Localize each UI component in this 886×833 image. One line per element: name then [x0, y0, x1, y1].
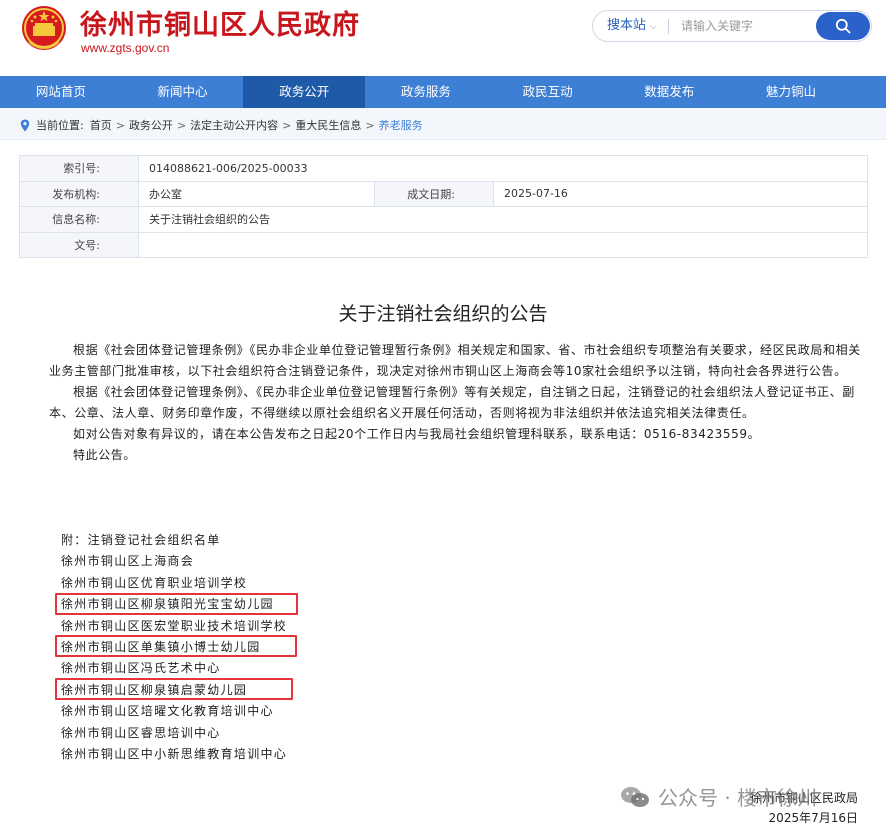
list-item: 徐州市铜山区培曜文化教育培训中心 [61, 704, 274, 719]
breadcrumb-separator: > [115, 118, 125, 132]
nav-item-home[interactable]: 网站首页 [0, 76, 122, 108]
nav-item-charm[interactable]: 魅力铜山 [730, 76, 852, 108]
nav-item-news[interactable]: 新闻中心 [122, 76, 244, 108]
docno-label: 文号: [19, 231, 139, 258]
list-heading: 附：注销登记社会组织名单 [61, 533, 221, 547]
search-scope-dropdown[interactable]: 搜本站 ⌵ [607, 11, 657, 41]
article-body: 根据《社会团体登记管理条例》《民办非企业单位登记管理暂行条例》相关规定和国家、省… [49, 340, 861, 466]
chevron-down-icon: ⌵ [650, 22, 657, 32]
search-box: 搜本站 ⌵ [592, 10, 872, 42]
paragraph-1-text: 根据《社会团体登记管理条例》《民办非企业单位登记管理暂行条例》相关规定和国家、省… [49, 343, 861, 378]
wechat-icon [621, 786, 649, 807]
paragraph-1: 根据《社会团体登记管理条例》《民办非企业单位登记管理暂行条例》相关规定和国家、省… [49, 340, 861, 382]
location-pin-icon [20, 119, 30, 131]
highlight-box [55, 593, 298, 615]
list-item: 徐州市铜山区睿思培训中心 [61, 725, 221, 740]
publisher-value: 办公室 [138, 180, 375, 207]
site-title[interactable]: 徐州市铜山区人民政府 [80, 3, 360, 42]
search-icon [835, 18, 851, 34]
paragraph-4: 特此公告。 [61, 445, 861, 466]
document-info-table: 索引号: 014088621-006/2025-00033 发布机构: 办公室 … [19, 155, 868, 258]
nav-item-data[interactable]: 数据发布 [608, 76, 730, 108]
breadcrumb-separator: > [282, 118, 292, 132]
publisher-label: 发布机构: [19, 180, 139, 207]
table-row: 发布机构: 办公室 成文日期: 2025-07-16 [19, 180, 868, 207]
search-scope-label: 搜本站 [607, 18, 647, 33]
paragraph-3-text: 如对公告对象有异议的，请在本公告发布之日起20个工作日内与我局社会组织管理科联系… [73, 427, 761, 441]
nav-item-interaction[interactable]: 政民互动 [487, 76, 609, 108]
national-emblem-icon [22, 6, 66, 50]
search-divider [668, 19, 669, 34]
search-button[interactable] [816, 12, 870, 40]
search-input[interactable] [681, 15, 811, 37]
list-item: 徐州市铜山区冯氏艺术中心 [61, 661, 221, 676]
breadcrumb-livelihood[interactable]: 重大民生信息 [295, 117, 361, 133]
list-item: 徐州市铜山区上海商会 [61, 554, 195, 569]
site-header: 徐州市铜山区人民政府 www.zgts.gov.cn 搜本站 ⌵ [0, 0, 886, 76]
breadcrumb-gov-affairs[interactable]: 政务公开 [129, 117, 173, 133]
signer: 徐州市铜山区民政局 [749, 791, 858, 805]
index-label: 索引号: [19, 155, 139, 182]
paragraph-2: 根据《社会团体登记管理条例》、《民办非企业单位登记管理暂行条例》等有关规定，自注… [49, 382, 861, 424]
breadcrumb-current[interactable]: 养老服务 [379, 117, 423, 133]
nav-item-gov-service[interactable]: 政务服务 [365, 76, 487, 108]
signature-block: 徐州市铜山区民政局 2025年7月16日 [750, 788, 858, 828]
breadcrumb-label: 当前位置: [36, 119, 84, 132]
breadcrumb-home[interactable]: 首页 [90, 117, 112, 133]
date-value: 2025-07-16 [493, 180, 868, 207]
breadcrumb-separator: > [365, 118, 375, 132]
paragraph-3: 如对公告对象有异议的，请在本公告发布之日起20个工作日内与我局社会组织管理科联系… [61, 424, 861, 445]
name-value: 关于注销社会组织的公告 [138, 206, 868, 233]
table-row: 信息名称: 关于注销社会组织的公告 [19, 206, 868, 233]
highlight-box [55, 678, 293, 700]
paragraph-2-text: 根据《社会团体登记管理条例》、《民办非企业单位登记管理暂行条例》等有关规定，自注… [49, 385, 855, 420]
date-label: 成文日期: [374, 180, 494, 207]
article-title: 关于注销社会组织的公告 [338, 303, 548, 325]
breadcrumb-statutory[interactable]: 法定主动公开内容 [190, 117, 278, 133]
name-label: 信息名称: [19, 206, 139, 233]
index-value: 014088621-006/2025-00033 [138, 155, 868, 182]
list-item: 徐州市铜山区医宏堂职业技术培训学校 [61, 618, 288, 633]
highlight-box [55, 635, 297, 657]
table-row: 索引号: 014088621-006/2025-00033 [19, 155, 868, 182]
main-nav: 网站首页 新闻中心 政务公开 政务服务 政民互动 数据发布 魅力铜山 [0, 76, 886, 108]
site-domain: www.zgts.gov.cn [81, 41, 170, 55]
paragraph-4-text: 特此公告。 [73, 448, 137, 462]
list-item: 徐州市铜山区中小新思维教育培训中心 [61, 747, 288, 762]
breadcrumb-separator: > [176, 118, 187, 132]
sign-date: 2025年7月16日 [768, 811, 858, 825]
list-item: 徐州市铜山区优育职业培训学校 [61, 575, 248, 590]
table-row: 文号: [19, 231, 868, 258]
nav-item-gov-affairs[interactable]: 政务公开 [243, 76, 366, 108]
docno-value [138, 231, 868, 258]
breadcrumb: 当前位置: 首页 > 政务公开 > 法定主动公开内容 > 重大民生信息 > 养老… [0, 108, 886, 140]
